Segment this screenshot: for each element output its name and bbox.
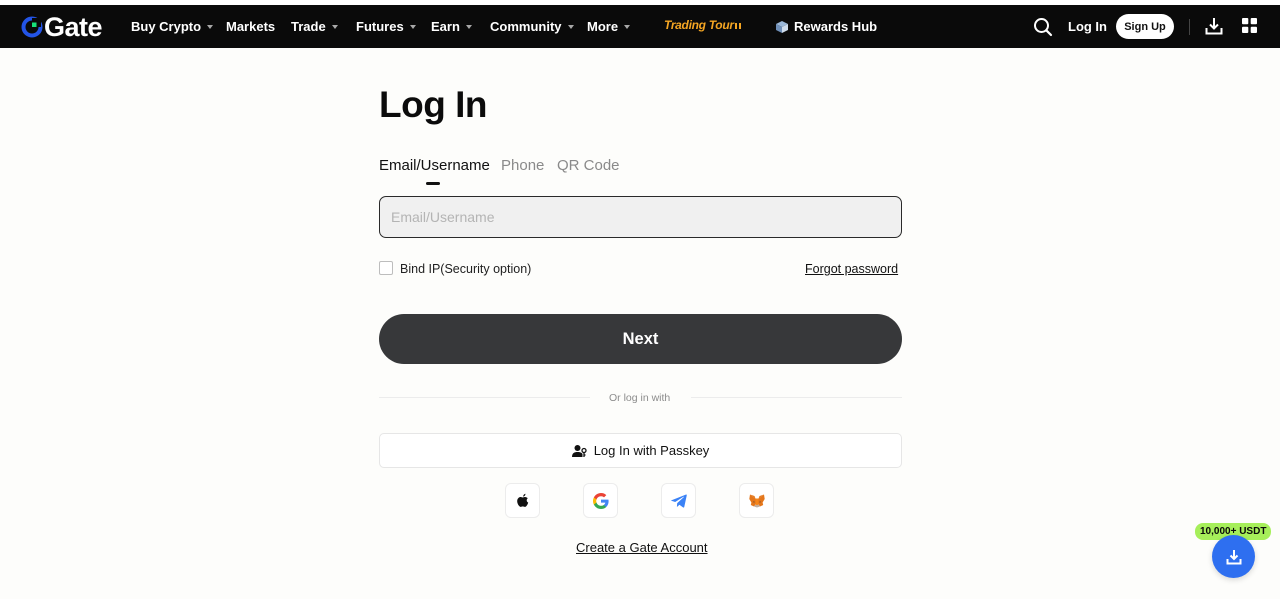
rewards-hub-link[interactable]: Rewards Hub (776, 5, 877, 48)
nav-label: More (587, 19, 619, 34)
signup-button[interactable]: Sign Up (1116, 14, 1174, 39)
rewards-hub-label: Rewards Hub (794, 19, 878, 34)
download-icon[interactable] (1205, 17, 1223, 35)
gate-logo-icon (21, 16, 43, 38)
nav-buy-crypto[interactable]: Buy Crypto (131, 5, 214, 48)
nav-label: Community (490, 19, 562, 34)
nav-trade[interactable]: Trade (291, 5, 338, 48)
metamask-login-button[interactable] (739, 483, 774, 518)
trading-tour-promo[interactable]: Trading Tour (664, 18, 743, 32)
download-icon (1226, 549, 1241, 564)
passkey-button-label: Log In with Passkey (593, 443, 710, 458)
chevron-down-icon (207, 24, 214, 29)
tab-qr-code[interactable]: QR Code (557, 157, 620, 174)
search-icon[interactable] (1033, 17, 1053, 37)
google-icon (592, 492, 609, 509)
chevron-down-icon (465, 24, 472, 29)
tab-email-username[interactable]: Email/Username (379, 157, 490, 174)
nav-label: Buy Crypto (131, 19, 202, 34)
nav-label: Trade (291, 19, 326, 34)
nav-community[interactable]: Community (490, 5, 574, 48)
bind-ip-checkbox[interactable] (379, 261, 393, 275)
google-login-button[interactable] (583, 483, 618, 518)
metamask-icon (748, 494, 765, 507)
apple-login-button[interactable] (505, 483, 540, 518)
nav-label: Futures (356, 19, 404, 34)
active-tab-indicator (426, 182, 440, 185)
chevron-down-icon (331, 24, 338, 29)
bind-ip-label: Bind IP(Security option) (400, 262, 532, 276)
gift-box-icon (776, 20, 788, 33)
passkey-user-icon (571, 444, 587, 457)
forgot-password-link[interactable]: Forgot password (805, 262, 898, 276)
checkered-flag-icon (734, 23, 743, 29)
apple-icon (516, 493, 528, 507)
gate-logo[interactable]: Gate (21, 12, 103, 42)
tab-phone[interactable]: Phone (501, 157, 544, 174)
nav-more[interactable]: More (587, 5, 631, 48)
trading-tour-label: Trading Tour (664, 18, 734, 32)
nav-label: Earn (431, 19, 460, 34)
page-title: Log In (379, 84, 487, 125)
nav-markets[interactable]: Markets (226, 5, 275, 48)
top-navbar: Gate Buy Crypto Markets Trade Futures Ea… (0, 5, 1280, 48)
divider-line-right (691, 397, 902, 398)
email-username-input[interactable] (379, 196, 902, 238)
nav-label: Markets (226, 19, 276, 34)
passkey-login-button[interactable]: Log In with Passkey (379, 433, 902, 468)
telegram-icon (670, 494, 687, 508)
brand-name: Gate (44, 12, 103, 42)
or-login-with-text: Or log in with (609, 392, 671, 404)
next-button[interactable]: Next (379, 314, 902, 364)
chevron-down-icon (624, 24, 631, 29)
create-account-link[interactable]: Create a Gate Account (576, 540, 708, 555)
header-login-link[interactable]: Log In (1068, 5, 1107, 48)
chevron-down-icon (567, 24, 574, 29)
nav-futures[interactable]: Futures (356, 5, 416, 48)
telegram-login-button[interactable] (661, 483, 696, 518)
nav-earn[interactable]: Earn (431, 5, 472, 48)
app-download-fab[interactable] (1212, 535, 1255, 578)
divider-line-left (379, 397, 590, 398)
chevron-down-icon (409, 24, 416, 29)
nav-divider (1189, 19, 1190, 35)
grid-icon[interactable] (1242, 18, 1257, 33)
